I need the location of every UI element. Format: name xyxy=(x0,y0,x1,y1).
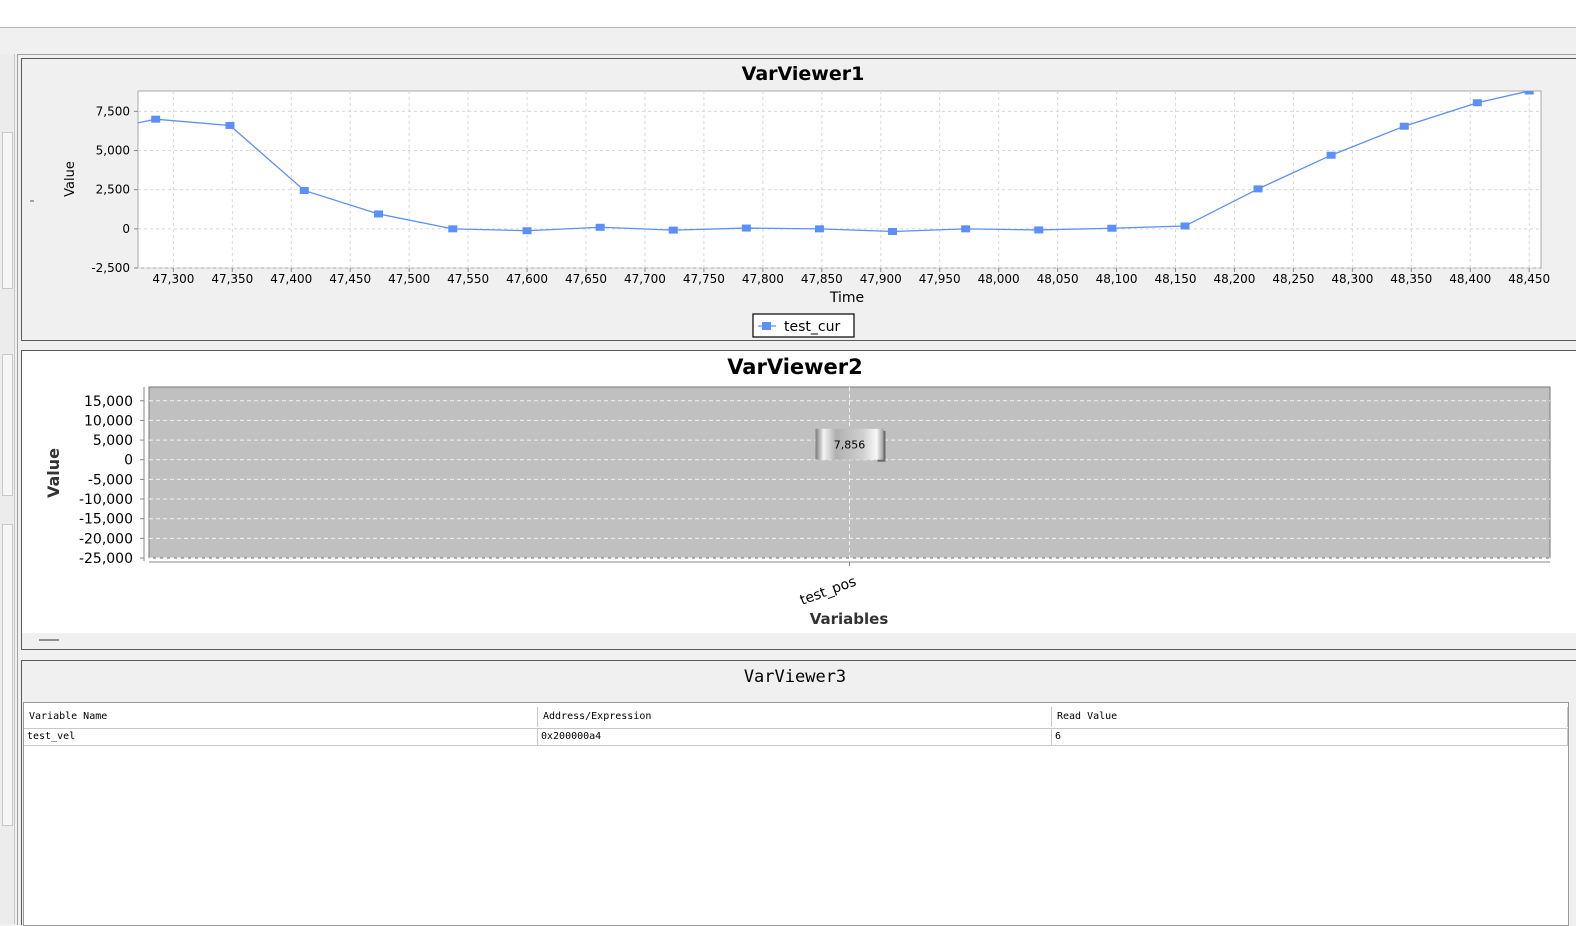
x-tick-label: 48,400 xyxy=(1449,272,1491,286)
x-axis-label: Variables xyxy=(810,610,889,628)
dock-tab[interactable] xyxy=(2,132,13,289)
y-tick-label: -20,000 xyxy=(79,531,133,547)
data-point[interactable] xyxy=(814,225,824,233)
x-tick-label: 48,450 xyxy=(1508,272,1550,286)
x-tick-label: 47,600 xyxy=(506,272,548,286)
data-point[interactable] xyxy=(741,224,751,232)
y-tick-label: -5,000 xyxy=(88,472,133,488)
data-point[interactable] xyxy=(113,124,122,131)
legend-marker xyxy=(762,322,771,330)
y-axis-ticks: 15,000 10,000 5,000 0 -5,000 -10,000 -15,000 -2… xyxy=(79,394,144,567)
x-axis-label: Time xyxy=(829,290,864,306)
table-cell[interactable]: test_vel xyxy=(24,729,538,745)
x-tick-label: 48,100 xyxy=(1096,272,1138,286)
data-point[interactable] xyxy=(888,228,898,236)
panel-footer xyxy=(22,633,1576,649)
data-point[interactable] xyxy=(522,227,532,235)
dock-tab[interactable] xyxy=(2,354,13,496)
x-tick-label: 48,300 xyxy=(1331,272,1373,286)
x-axis-ticks: 47,300 47,350 47,400 47,450 47,500 47,550 47,6… xyxy=(152,268,1550,286)
y-tick-label: 7,500 xyxy=(96,104,130,118)
y-axis-label: Value xyxy=(63,161,78,197)
y-tick-label: 0 xyxy=(122,222,130,236)
table-title: VarViewer3 xyxy=(743,667,847,687)
x-tick-label: 47,500 xyxy=(388,272,430,286)
y-axis-ticks: 7,500 5,000 2,500 0 -2,500 xyxy=(91,104,138,275)
data-point[interactable] xyxy=(595,223,605,231)
left-dock-strip xyxy=(0,54,15,924)
x-tick-label: 47,650 xyxy=(565,272,607,286)
x-tick-label: 47,450 xyxy=(329,272,371,286)
table-cell[interactable]: 6 xyxy=(1052,729,1568,745)
x-tick-label: 48,150 xyxy=(1155,272,1197,286)
x-tick-label: 47,850 xyxy=(801,272,843,286)
window-top-bar xyxy=(0,0,1576,28)
data-point[interactable] xyxy=(961,225,971,233)
y-tick-label: 5,000 xyxy=(93,433,133,449)
x-tick-label: 47,900 xyxy=(860,272,902,286)
y-tick-label: 10,000 xyxy=(84,413,133,429)
data-point[interactable] xyxy=(1524,88,1534,95)
data-point[interactable] xyxy=(151,115,161,123)
y-tick-label: 5,000 xyxy=(96,144,130,158)
varviewer3-panel: VarViewer3 Variable Name Address/Expressi… xyxy=(21,660,1576,926)
data-point[interactable] xyxy=(1180,222,1190,230)
varviewer2-chart[interactable]: VarViewer2 15,000 10,000 5,000 0 -5,000 -10,0… xyxy=(22,351,1576,649)
data-point[interactable] xyxy=(1253,185,1263,193)
bar-data-label: 7,856 xyxy=(834,438,866,451)
x-tick-label: 48,250 xyxy=(1272,272,1314,286)
varviewer1-chart[interactable]: VarViewer1 7,500 5,000 2,500 0 -2,500 47,300… xyxy=(22,59,1576,340)
column-header[interactable]: Variable Name xyxy=(24,707,538,727)
dock-tab[interactable] xyxy=(2,524,13,826)
data-point[interactable] xyxy=(1326,151,1336,159)
varviewer2-panel: VarViewer2 15,000 10,000 5,000 0 -5,000 -10,0… xyxy=(21,350,1576,650)
y-tick-label: -10,000 xyxy=(79,492,133,508)
chart-title: VarViewer2 xyxy=(727,355,863,379)
y-tick-label: -2,500 xyxy=(91,261,130,275)
x-tick-label: test_pos xyxy=(798,574,859,609)
variables-table[interactable]: Variable Name Address/Expression Read Valu… xyxy=(23,702,1569,926)
x-tick-label: 47,700 xyxy=(624,272,666,286)
x-tick-label: 47,550 xyxy=(447,272,489,286)
legend-label: test_cur xyxy=(784,319,840,335)
x-tick-label: 47,950 xyxy=(919,272,961,286)
x-axis-ticks: test_pos xyxy=(798,562,859,609)
y-axis-label: Value xyxy=(44,448,63,498)
data-point[interactable] xyxy=(1472,99,1482,107)
y-tick-label: 2,500 xyxy=(96,183,130,197)
x-tick-label: 47,350 xyxy=(211,272,253,286)
x-tick-label: 48,050 xyxy=(1037,272,1079,286)
x-tick-label: 47,400 xyxy=(270,272,312,286)
x-tick-label: 48,000 xyxy=(978,272,1020,286)
data-point[interactable] xyxy=(1399,122,1409,130)
data-point[interactable] xyxy=(1107,224,1117,232)
x-tick-label: 47,300 xyxy=(152,272,194,286)
chart-title: VarViewer1 xyxy=(742,63,865,85)
x-tick-label: 48,200 xyxy=(1213,272,1255,286)
y-tick-label: 15,000 xyxy=(84,394,133,410)
x-tick-label: 48,350 xyxy=(1390,272,1432,286)
plot-area[interactable] xyxy=(137,90,1542,269)
data-point[interactable] xyxy=(1034,226,1044,234)
column-header[interactable]: Read Value xyxy=(1052,707,1568,727)
legend[interactable]: test_cur xyxy=(752,313,855,338)
table-row[interactable]: test_vel 0x200000a4 6 xyxy=(24,729,1568,746)
table-cell[interactable]: 0x200000a4 xyxy=(538,729,1052,745)
column-header[interactable]: Address/Expression xyxy=(538,707,1052,727)
data-point[interactable] xyxy=(668,226,678,234)
data-point[interactable] xyxy=(225,121,235,129)
data-point[interactable] xyxy=(448,225,458,233)
y-tick-label: -15,000 xyxy=(79,512,133,528)
y-tick-label: 0 xyxy=(124,453,133,469)
x-tick-label: 47,750 xyxy=(683,272,725,286)
y-tick-label: -25,000 xyxy=(79,551,133,567)
varviewer1-panel: VarViewer1 7,500 5,000 2,500 0 -2,500 47,300… xyxy=(21,58,1576,341)
table-header-row: Variable Name Address/Expression Read Valu… xyxy=(24,703,1568,729)
bars: 7,856 xyxy=(815,428,886,462)
data-point[interactable] xyxy=(374,210,384,218)
data-point[interactable] xyxy=(299,186,309,194)
x-tick-label: 47,800 xyxy=(742,272,784,286)
